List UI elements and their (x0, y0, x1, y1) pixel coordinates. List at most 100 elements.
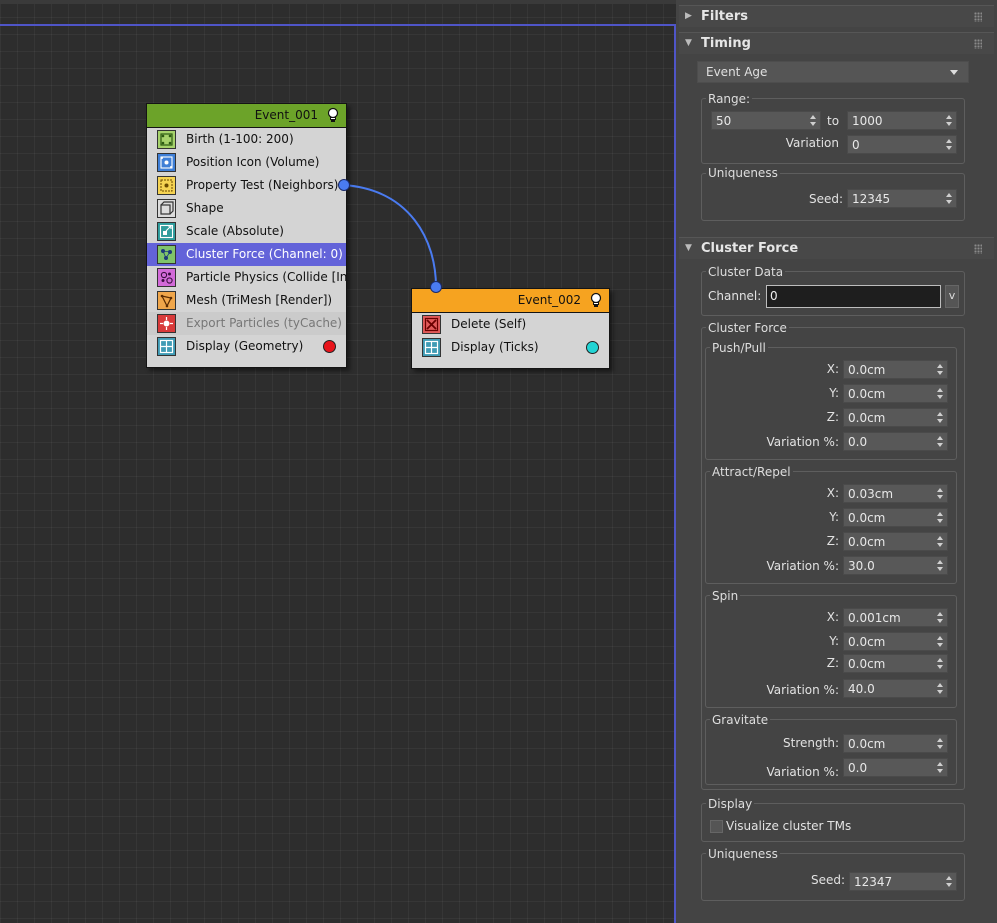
spinner-arrows-icon[interactable] (946, 191, 953, 206)
cluster-data-label: Cluster Data (706, 265, 786, 279)
push-pull-variation-spinner[interactable]: 0.0 (843, 432, 948, 451)
event-node-header[interactable]: Event_001 (147, 104, 346, 128)
spinner-arrows-icon[interactable] (937, 434, 944, 449)
rollout-timing[interactable]: ▼ Timing (679, 32, 994, 54)
spinner-arrows-icon[interactable] (937, 362, 944, 377)
spinner-value: 12347 (854, 875, 893, 889)
push-pull-y-spinner[interactable]: 0.0cm (843, 384, 948, 403)
lightbulb-icon[interactable] (325, 107, 341, 124)
operator-label: Mesh (TriMesh [Render]) (186, 293, 333, 307)
push-pull-x-spinner[interactable]: 0.0cm (843, 360, 948, 379)
spinner-value: 0 (852, 138, 860, 152)
grip-icon[interactable] (974, 39, 982, 49)
spinner-arrows-icon[interactable] (937, 486, 944, 501)
operator-item[interactable]: Position Icon (Volume) (147, 151, 346, 174)
variation-spinner[interactable]: 0 (847, 135, 957, 154)
spinner-arrows-icon[interactable] (937, 681, 944, 696)
spinner-value: 0.0cm (848, 657, 886, 671)
birth-icon (157, 130, 176, 149)
dropdown-value: Event Age (706, 65, 768, 79)
spinner-value: 0.0cm (848, 387, 886, 401)
attract-repel-z-spinner[interactable]: 0.0cm (843, 532, 948, 551)
spinner-arrows-icon[interactable] (937, 656, 944, 671)
spinner-arrows-icon[interactable] (937, 510, 944, 525)
spin-variation-spinner[interactable]: 40.0 (843, 679, 948, 698)
lightbulb-icon[interactable] (588, 292, 604, 309)
visualize-cluster-tms-label[interactable]: Visualize cluster TMs (726, 819, 851, 833)
channel-input[interactable]: 0 (766, 285, 941, 308)
spinner-arrows-icon[interactable] (937, 610, 944, 625)
spinner-arrows-icon[interactable] (937, 558, 944, 573)
spin-x-spinner[interactable]: 0.001cm (843, 608, 948, 627)
visualize-cluster-tms-checkbox[interactable] (710, 820, 723, 833)
spinner-arrows-icon[interactable] (937, 736, 944, 751)
operator-item[interactable]: Shape (147, 197, 346, 220)
spin-z-spinner[interactable]: 0.0cm (843, 654, 948, 673)
range-from-spinner[interactable]: 50 (711, 111, 821, 130)
event-node-event-001[interactable]: Event_001 Birth (1-100: 200) Position Ico… (146, 103, 347, 368)
canvas-focus-border-top (0, 24, 676, 26)
event-node-event-002[interactable]: Event_002 Delete (Self) Display (Ticks) (411, 288, 610, 369)
variation-label: Variation %: (766, 765, 840, 779)
attract-repel-y-spinner[interactable]: 0.0cm (843, 508, 948, 527)
spinner-value: 0.0cm (848, 737, 886, 751)
seed-label: Seed: (810, 873, 845, 887)
event-node-header[interactable]: Event_002 (412, 289, 609, 313)
gravitate-strength-spinner[interactable]: 0.0cm (843, 734, 948, 753)
spinner-arrows-icon[interactable] (937, 534, 944, 549)
operator-item[interactable]: Cluster Force (Channel: 0) (147, 243, 346, 266)
display-color-swatch[interactable] (323, 340, 336, 353)
operator-item[interactable]: Display (Geometry) (147, 335, 346, 358)
rollout-filters[interactable]: ▶ Filters (679, 5, 994, 27)
operator-item[interactable]: Particle Physics (Collide [In... (147, 266, 346, 289)
display-color-swatch[interactable] (586, 341, 599, 354)
push-pull-z-spinner[interactable]: 0.0cm (843, 408, 948, 427)
spinner-arrows-icon[interactable] (937, 760, 944, 775)
uniqueness-label: Uniqueness (706, 166, 780, 180)
spinner-arrows-icon[interactable] (946, 874, 953, 889)
spinner-value: 0.0cm (848, 411, 886, 425)
variation-label: Variation %: (766, 559, 840, 573)
operator-item[interactable]: Export Particles (tyCache) (147, 312, 346, 335)
seed-spinner[interactable]: 12345 (847, 189, 957, 208)
operator-item[interactable]: Property Test (Neighbors) (147, 174, 346, 197)
property-test-icon (157, 176, 176, 195)
z-label: Z: (826, 410, 839, 424)
spinner-arrows-icon[interactable] (810, 113, 817, 128)
spinner-arrows-icon[interactable] (946, 137, 953, 152)
cluster-force-body: Cluster Data Channel: 0 v Cluster Force … (679, 260, 994, 915)
spinner-arrows-icon[interactable] (937, 386, 944, 401)
gravitate-variation-spinner[interactable]: 0.0 (843, 758, 948, 777)
graph-canvas[interactable]: Event_001 Birth (1-100: 200) Position Ico… (0, 0, 676, 923)
operator-item[interactable]: Display (Ticks) (412, 336, 609, 359)
output-port[interactable] (338, 179, 350, 191)
uniqueness-label: Uniqueness (706, 847, 780, 861)
rollout-cluster-force[interactable]: ▼ Cluster Force (679, 237, 994, 259)
spin-y-spinner[interactable]: 0.0cm (843, 632, 948, 651)
position-icon (157, 153, 176, 172)
input-port[interactable] (430, 281, 442, 293)
operator-item[interactable]: Delete (Self) (412, 313, 609, 336)
grip-icon[interactable] (974, 244, 982, 254)
attract-repel-x-spinner[interactable]: 0.03cm (843, 484, 948, 503)
x-label: X: (826, 486, 839, 500)
y-label: Y: (829, 386, 839, 400)
spinner-value: 50 (716, 114, 732, 128)
range-to-spinner[interactable]: 1000 (847, 111, 957, 130)
channel-menu-button[interactable]: v (945, 285, 959, 308)
expanded-arrow-icon: ▼ (685, 38, 692, 48)
operator-label: Position Icon (Volume) (186, 155, 320, 169)
grip-icon[interactable] (974, 12, 982, 22)
seed-spinner[interactable]: 12347 (849, 872, 957, 891)
mesh-icon (157, 291, 176, 310)
timing-mode-dropdown[interactable]: Event Age (697, 61, 969, 83)
operator-item[interactable]: Mesh (TriMesh [Render]) (147, 289, 346, 312)
spinner-arrows-icon[interactable] (937, 634, 944, 649)
operator-label: Scale (Absolute) (186, 224, 284, 238)
spinner-arrows-icon[interactable] (946, 113, 953, 128)
operator-item[interactable]: Scale (Absolute) (147, 220, 346, 243)
x-label: X: (826, 362, 839, 376)
operator-item[interactable]: Birth (1-100: 200) (147, 128, 346, 151)
attract-repel-variation-spinner[interactable]: 30.0 (843, 556, 948, 575)
spinner-arrows-icon[interactable] (937, 410, 944, 425)
